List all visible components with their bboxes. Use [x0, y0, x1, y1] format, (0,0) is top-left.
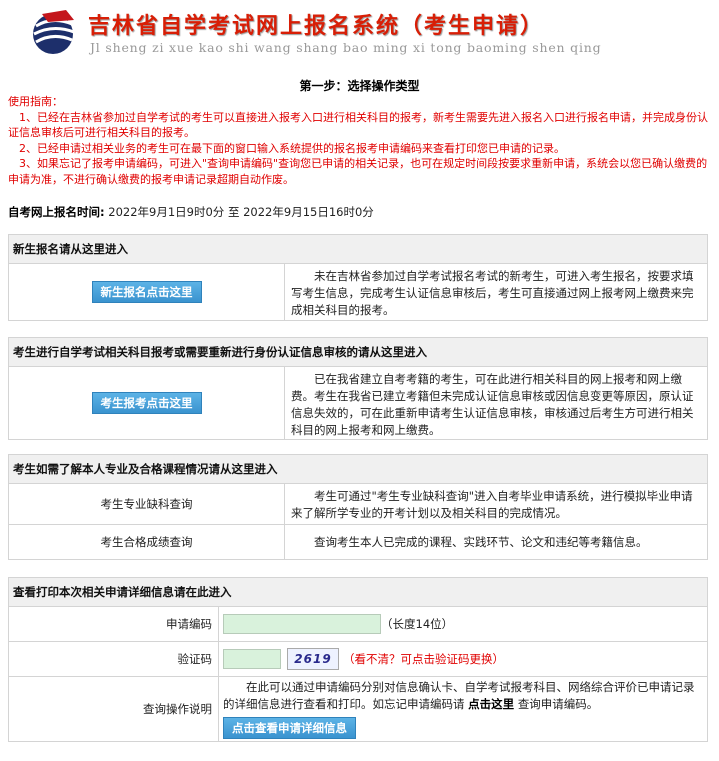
application-code-hint: （长度14位）	[381, 617, 454, 631]
system-title-pinyin: Jl sheng zi xue kao shi wang shang bao m…	[90, 40, 602, 55]
step-title: 第一步：选择操作类型	[299, 79, 420, 93]
query-help-label: 查询操作说明	[9, 677, 219, 741]
logo-icon	[33, 10, 75, 54]
query-help-text-end: 查询申请编码。	[517, 697, 599, 711]
captcha-image[interactable]: 2619	[287, 648, 339, 670]
application-code-label: 申请编码	[9, 607, 219, 641]
registration-time: 自考网上报名时间: 2022年9月1日9时0分 至 2022年9月15日16时0…	[8, 204, 374, 220]
registration-time-label: 自考网上报名时间:	[8, 205, 105, 219]
view-details-button[interactable]: 点击查看申请详细信息	[223, 717, 356, 739]
registration-time-value: 2022年9月1日9时0分 至 2022年9月15日16时0分	[108, 205, 374, 219]
captcha-text: 2619	[294, 652, 332, 666]
guide-item-3: 3、如果忘记了报考申请编码，可进入"查询申请编码"查询您已申请的相关记录，也可在…	[8, 157, 708, 186]
guide-item-1: 1、已经在吉林省参加过自学考试的考生可以直接进入报考入口进行相关科目的报考，新考…	[8, 110, 708, 140]
guide-item-2: 2、已经申请过相关业务的考生可在最下面的窗口输入系统提供的报名报考申请编码来查看…	[19, 141, 565, 155]
major-missing-query-link[interactable]: 考生专业缺科查询	[9, 484, 285, 524]
query-panel: 考生如需了解本人专业及合格课程情况请从这里进入 考生专业缺科查询 考生可通过"考…	[8, 454, 708, 560]
query-heading: 考生如需了解本人专业及合格课程情况请从这里进入	[9, 455, 707, 484]
print-heading: 查看打印本次相关申请详细信息请在此进入	[9, 578, 707, 607]
new-registration-button[interactable]: 新生报名点击这里	[91, 281, 202, 303]
application-code-input[interactable]	[223, 614, 381, 634]
exam-registration-panel: 考生进行自学考试相关科目报考或需要重新进行身份认证信息审核的请从这里进入 考生报…	[8, 337, 708, 440]
captcha-refresh-hint[interactable]: （看不清？可点击验证码更换）	[343, 651, 504, 667]
passed-score-query-link[interactable]: 考生合格成绩查询	[9, 525, 285, 559]
print-panel: 查看打印本次相关申请详细信息请在此进入 申请编码 （长度14位） 验证码 261…	[8, 577, 708, 742]
new-registration-heading: 新生报名请从这里进入	[9, 235, 707, 264]
guide-heading: 使用指南：	[8, 95, 63, 108]
exam-registration-heading: 考生进行自学考试相关科目报考或需要重新进行身份认证信息审核的请从这里进入	[9, 338, 707, 367]
verify-code-input[interactable]	[223, 649, 281, 669]
exam-registration-desc: 已在我省建立自考考籍的考生，可在此进行相关科目的网上报考和网上缴费。考生在我省已…	[291, 372, 694, 437]
new-registration-desc: 未在吉林省参加过自学考试报名考试的新考生，可进入考生报名，按要求填写考生信息，完…	[291, 269, 694, 317]
query-help-text: 在此可以通过申请编码分别对信息确认卡、自学考试报考科目、网络综合评价已申请记录的…	[223, 680, 695, 711]
exam-registration-button[interactable]: 考生报考点击这里	[91, 392, 202, 414]
usage-guide: 使用指南： 1、已经在吉林省参加过自学考试的考生可以直接进入报考入口进行相关科目…	[8, 94, 712, 187]
major-missing-query-desc: 考生可通过"考生专业缺科查询"进入自考毕业申请系统，进行模拟毕业申请来了解所学专…	[291, 489, 693, 520]
new-registration-panel: 新生报名请从这里进入 新生报名点击这里 未在吉林省参加过自学考试报名考试的新考生…	[8, 234, 708, 321]
system-title: 吉林省自学考试网上报名系统（考生申请）	[88, 13, 545, 39]
passed-score-query-desc: 查询考生本人已完成的课程、实践环节、论文和违纪等考籍信息。	[314, 534, 648, 549]
page-header: 吉林省自学考试网上报名系统（考生申请） Jl sheng zi xue kao …	[0, 0, 719, 62]
find-code-link[interactable]: 点击这里	[468, 697, 514, 711]
verify-code-label: 验证码	[9, 642, 219, 676]
